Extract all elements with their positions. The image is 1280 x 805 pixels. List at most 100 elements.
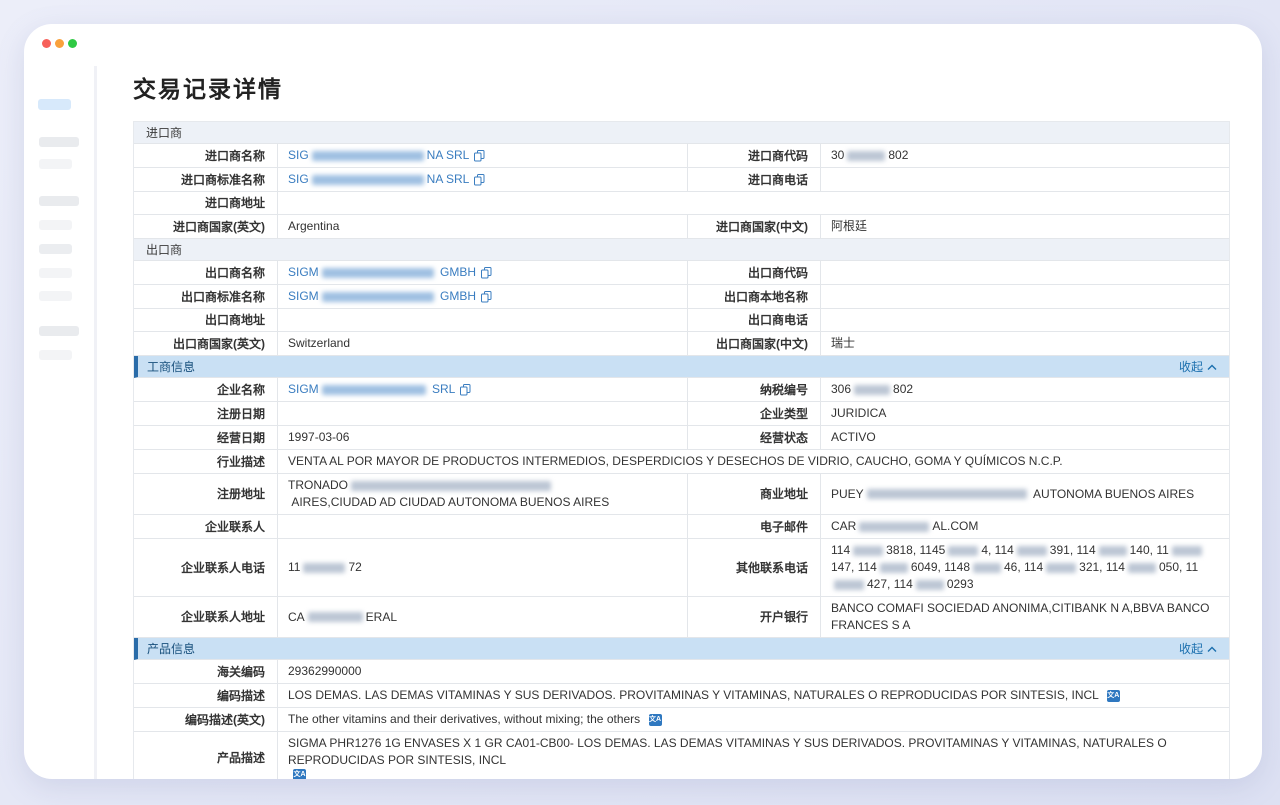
value-text: AL.COM [932,518,978,535]
detail-table: 进口商进口商名称SIGNA SRL进口商代码30802进口商标准名称SIGNA … [133,121,1230,779]
field-label: 进口商名称 [134,144,278,167]
redacted-text [1046,563,1076,573]
chevron-up-icon [1207,642,1217,656]
sidebar-item[interactable] [39,326,79,336]
redacted-text [916,580,944,590]
field-label: 企业类型 [688,402,821,425]
redacted-text [948,546,978,556]
field-label: 注册地址 [134,474,278,514]
collapse-toggle[interactable]: 收起 [1179,358,1217,375]
field-label: 注册日期 [134,402,278,425]
redacted-text [973,563,1001,573]
field-label: 出口商名称 [134,261,278,284]
sidebar-item-active[interactable] [38,99,71,110]
entity-link[interactable]: SIGM [288,381,319,398]
value-text: TRONADO [288,477,348,494]
redacted-text [322,268,434,278]
entity-link[interactable]: SIG [288,171,309,188]
table-row: 企业联系人地址CAERAL开户银行BANCO COMAFI SOCIEDAD A… [134,597,1229,638]
redacted-text [859,522,929,532]
field-value: PUEY AUTONOMA BUENOS AIRES [821,474,1229,514]
page-title: 交易记录详情 [133,70,1230,104]
sidebar-item[interactable] [39,196,79,206]
entity-link[interactable]: SRL [429,381,456,398]
field-value: JURIDICA [821,402,1229,425]
table-row: 出口商标准名称SIGM GMBH出口商本地名称 [134,285,1229,309]
table-row: 行业描述VENTA AL POR MAYOR DE PRODUCTOS INTE… [134,450,1229,474]
entity-link[interactable]: SIG [288,147,309,164]
redacted-text [853,546,883,556]
copy-icon[interactable] [474,150,485,162]
table-row: 企业名称SIGM SRL纳税编号306802 [134,378,1229,402]
value-text: 30 [831,147,844,164]
field-value: 1997-03-06 [278,426,688,449]
entity-link[interactable]: SIGM [288,264,319,281]
entity-link[interactable]: SIGM [288,288,319,305]
value-text: LOS DEMAS. LAS DEMAS VITAMINAS Y SUS DER… [288,687,1102,704]
redacted-text [847,151,885,161]
field-value: Argentina [278,215,688,238]
redacted-text [322,385,426,395]
table-row: 产品描述SIGMA PHR1276 1G ENVASES X 1 GR CA01… [134,732,1229,779]
table-row: 编码描述 LOS DEMAS. LAS DEMAS VITAMINAS Y SUS… [134,684,1229,708]
table-row: 企业联系人电话1172其他联系电话1143818, 11454, 114391,… [134,539,1229,597]
value-text: AIRES,CIUDAD AD CIUDAD AUTONOMA BUENOS A… [288,494,609,511]
collapse-label: 收起 [1179,640,1203,657]
entity-link[interactable]: NA SRL [427,171,470,188]
redacted-text [880,563,908,573]
field-value: SIG NA SRL [278,168,688,191]
field-value: VENTA AL POR MAYOR DE PRODUCTOS INTERMED… [278,450,1229,473]
field-value [821,168,1229,191]
table-row: 企业联系人电子邮件CARAL.COM [134,515,1229,539]
sidebar-item[interactable] [39,291,72,301]
entity-link[interactable]: NA SRL [427,147,470,164]
sidebar-item[interactable] [39,159,72,169]
copy-icon[interactable] [474,174,485,186]
entity-link[interactable]: GMBH [437,288,476,305]
collapse-toggle[interactable]: 收起 [1179,640,1217,657]
field-label: 企业名称 [134,378,278,401]
sidebar-item[interactable] [39,350,72,360]
field-value: ACTIVO [821,426,1229,449]
value-text: ERAL [366,609,397,626]
value-text: 46, 114 [1004,559,1043,576]
translate-icon[interactable]: 文A [293,769,306,779]
sidebar-item[interactable] [39,137,79,147]
field-label: 出口商国家(中文) [688,332,821,355]
sidebar-item[interactable] [39,220,72,230]
translate-icon[interactable]: 文A [649,714,662,726]
field-label: 编码描述 [134,684,278,707]
value-text: PUEY [831,486,864,503]
redacted-text [1017,546,1047,556]
field-value [821,309,1229,331]
copy-icon[interactable] [481,267,492,279]
sidebar-item[interactable] [39,268,72,278]
field-value: The other vitamins and their derivatives… [278,708,1229,731]
copy-icon[interactable] [460,384,471,396]
value-text: SIGMA PHR1276 1G ENVASES X 1 GR CA01-CB0… [288,735,1219,769]
redacted-text [854,385,890,395]
field-value: TRONADO AIRES,CIUDAD AD CIUDAD AUTONOMA … [278,474,688,514]
value-text: AUTONOMA BUENOS AIRES [1030,486,1195,503]
table-row: 出口商国家(英文)Switzerland出口商国家(中文)瑞士 [134,332,1229,356]
table-row: 进口商名称SIGNA SRL进口商代码30802 [134,144,1229,168]
redacted-text [312,175,424,185]
field-value: CARAL.COM [821,515,1229,538]
section-header-importer: 进口商 [134,122,1229,144]
section-title: 产品信息 [147,640,195,657]
field-label: 进口商代码 [688,144,821,167]
translate-icon[interactable]: 文A [1107,690,1120,702]
field-label: 企业联系人 [134,515,278,538]
field-label: 编码描述(英文) [134,708,278,731]
copy-icon[interactable] [481,291,492,303]
collapse-label: 收起 [1179,358,1203,375]
main-content: 交易记录详情 进口商进口商名称SIGNA SRL进口商代码30802进口商标准名… [133,24,1230,779]
field-label: 海关编码 [134,660,278,683]
field-value: BANCO COMAFI SOCIEDAD ANONIMA,CITIBANK N… [821,597,1229,637]
redacted-text [308,612,363,622]
sidebar-item[interactable] [39,244,72,254]
table-row: 海关编码29362990000 [134,660,1229,684]
field-label: 纳税编号 [688,378,821,401]
value-text: 306 [831,381,851,398]
entity-link[interactable]: GMBH [437,264,476,281]
